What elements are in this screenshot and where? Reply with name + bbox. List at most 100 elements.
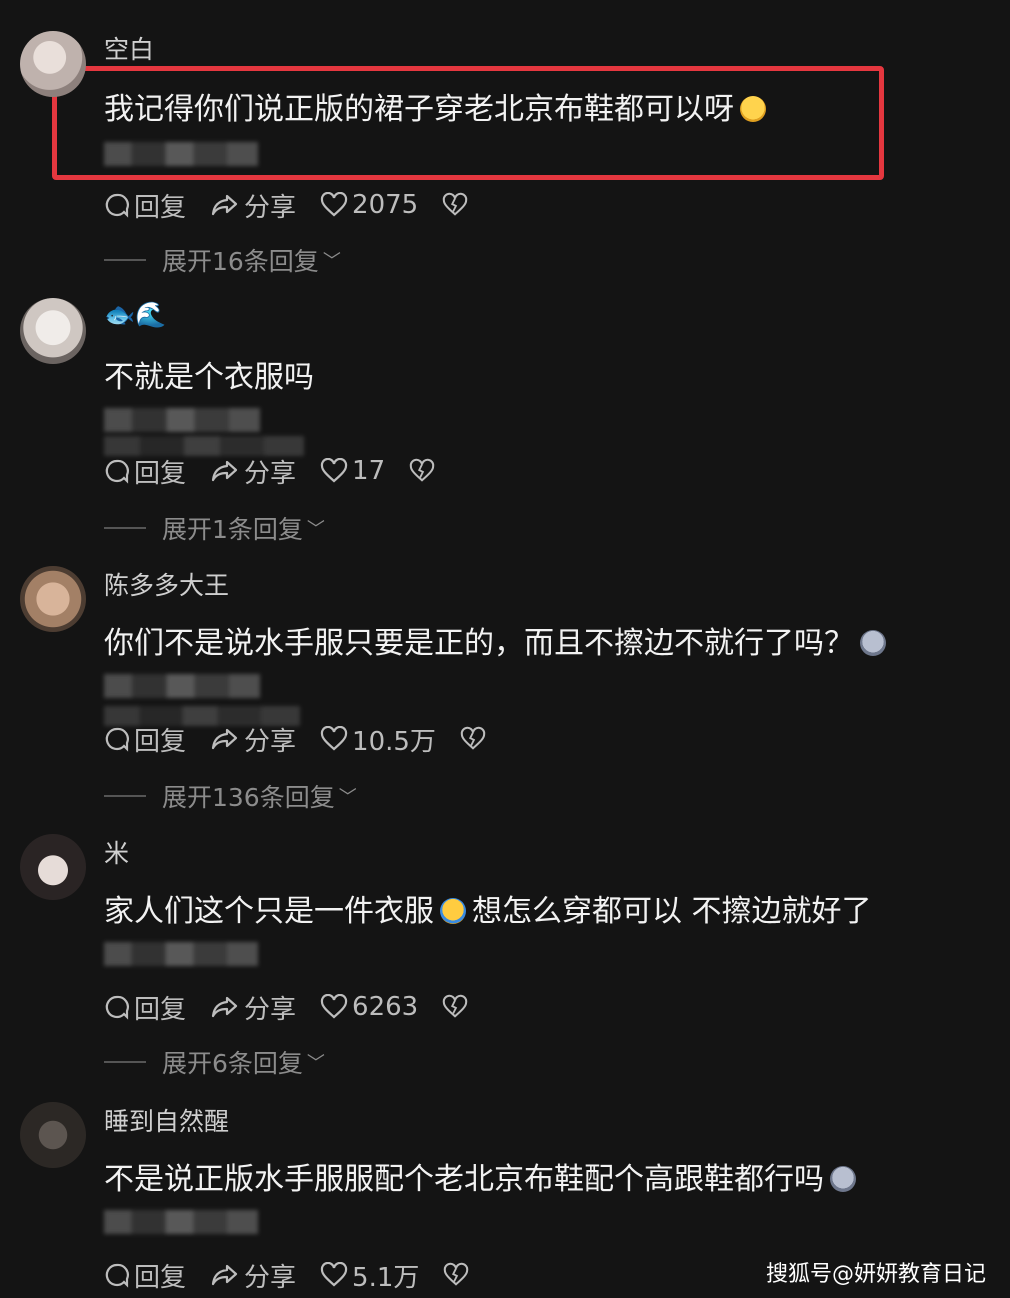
- share-button[interactable]: 分享: [210, 187, 296, 224]
- watermark: 搜狐号@妍妍教育日记: [765, 1262, 986, 1287]
- chevron-down-icon: ﹀: [306, 519, 325, 540]
- share-icon: [211, 460, 238, 482]
- dislike-button[interactable]: [442, 994, 472, 1020]
- blurred-meta: [104, 408, 260, 432]
- share-button[interactable]: 分享: [210, 989, 296, 1026]
- expand-replies[interactable]: 展开1条回复 ﹀: [104, 510, 325, 546]
- like-button[interactable]: 6263: [320, 992, 418, 1022]
- heart-icon: [320, 192, 348, 217]
- like-count: 2075: [352, 190, 419, 220]
- shocked-face-icon: [830, 1166, 856, 1192]
- share-icon: [211, 996, 238, 1018]
- expand-label: 展开136条回复: [162, 783, 335, 812]
- heart-icon: [320, 458, 348, 483]
- broken-heart-icon: [444, 1262, 469, 1286]
- expand-replies[interactable]: 展开6条回复 ﹀: [104, 1044, 325, 1080]
- wave-icon: 🌊: [135, 300, 167, 329]
- heart-icon: [320, 1262, 348, 1287]
- comment-username[interactable]: 🐟🌊: [104, 300, 166, 330]
- comment-text-body: 家人们这个只是一件衣服: [104, 894, 434, 929]
- broken-heart-icon: [409, 458, 435, 482]
- avatar[interactable]: [20, 298, 86, 364]
- dislike-button[interactable]: [443, 1262, 473, 1288]
- reply-label: 回复: [134, 1262, 187, 1293]
- divider-line: [104, 1061, 146, 1063]
- chevron-down-icon: ﹀: [322, 251, 341, 272]
- comment-text-body: 想怎么穿都可以 不擦边就好了: [472, 894, 872, 929]
- comment-username[interactable]: 米: [104, 834, 129, 870]
- reply-button[interactable]: 回复: [104, 1257, 186, 1294]
- like-button[interactable]: 2075: [320, 190, 418, 220]
- avatar[interactable]: [20, 566, 86, 632]
- share-label: 分享: [244, 994, 297, 1025]
- like-count: 17: [352, 456, 386, 486]
- blurred-meta: [104, 142, 258, 166]
- share-label: 分享: [244, 1262, 297, 1293]
- expand-label: 展开1条回复: [162, 515, 303, 544]
- reply-label: 回复: [134, 994, 187, 1025]
- reply-button[interactable]: 回复: [104, 453, 186, 490]
- avatar[interactable]: [20, 834, 86, 900]
- comment-text: 不就是个衣服吗: [104, 360, 314, 395]
- chevron-down-icon: ﹀: [338, 787, 357, 808]
- like-count: 6263: [352, 992, 419, 1022]
- shocked-face-icon: [860, 630, 886, 656]
- share-button[interactable]: 分享: [210, 453, 296, 490]
- laughing-sweat-icon: [740, 96, 766, 122]
- like-button[interactable]: 10.5万: [320, 721, 436, 758]
- blurred-meta: [104, 942, 258, 966]
- share-label: 分享: [244, 458, 297, 489]
- divider-line: [104, 795, 146, 797]
- comment-username[interactable]: 陈多多大王: [104, 566, 229, 602]
- reply-button[interactable]: 回复: [104, 721, 186, 758]
- comment-text: 我记得你们说正版的裙子穿老北京布鞋都可以呀: [104, 84, 766, 128]
- comment-text: 家人们这个只是一件衣服 想怎么穿都可以 不擦边就好了: [104, 886, 872, 930]
- reply-icon: [105, 459, 129, 484]
- avatar[interactable]: [20, 1102, 86, 1168]
- divider-line: [104, 527, 146, 529]
- like-count: 10.5万: [352, 726, 436, 757]
- comment-actions: 回复 分享 17: [104, 453, 463, 490]
- share-button[interactable]: 分享: [210, 721, 296, 758]
- comment-text: 不是说正版水手服服配个老北京布鞋配个高跟鞋都行吗: [104, 1154, 856, 1198]
- chevron-down-icon: ﹀: [306, 1053, 325, 1074]
- expand-replies[interactable]: 展开136条回复 ﹀: [104, 778, 357, 814]
- like-button[interactable]: 5.1万: [320, 1257, 419, 1294]
- comment-username[interactable]: 空白: [104, 30, 154, 66]
- dislike-button[interactable]: [409, 458, 439, 484]
- reply-icon: [105, 995, 129, 1020]
- heart-icon: [320, 994, 348, 1019]
- comment-text: 你们不是说水手服只要是正的，而且不擦边不就行了吗？: [104, 618, 886, 662]
- reply-button[interactable]: 回复: [104, 989, 186, 1026]
- expand-label: 展开16条回复: [162, 247, 319, 276]
- expand-replies[interactable]: 展开16条回复 ﹀: [104, 242, 341, 278]
- reply-icon: [105, 193, 129, 218]
- blurred-meta: [104, 674, 260, 698]
- reply-icon: [105, 727, 129, 752]
- comment-actions: 回复 分享 5.1万: [104, 1257, 497, 1294]
- share-button[interactable]: 分享: [210, 1257, 296, 1294]
- share-icon: [211, 194, 238, 216]
- expand-label: 展开6条回复: [162, 1049, 303, 1078]
- comment-actions: 回复 分享 2075: [104, 187, 496, 224]
- share-label: 分享: [244, 192, 297, 223]
- divider-line: [104, 259, 146, 261]
- like-button[interactable]: 17: [320, 456, 385, 486]
- dislike-button[interactable]: [460, 726, 490, 752]
- like-count: 5.1万: [352, 1262, 420, 1293]
- share-icon: [211, 728, 238, 750]
- comment-text-body: 不是说正版水手服服配个老北京布鞋配个高跟鞋都行吗: [104, 1162, 824, 1197]
- broken-heart-icon: [443, 192, 468, 216]
- crying-laugh-icon: [440, 898, 466, 924]
- share-icon: [211, 1264, 238, 1286]
- heart-icon: [320, 726, 348, 751]
- comment-text-body: 你们不是说水手服只要是正的，而且不擦边不就行了吗？: [104, 626, 854, 661]
- avatar[interactable]: [20, 31, 86, 97]
- reply-button[interactable]: 回复: [104, 187, 186, 224]
- fish-icon: 🐟: [104, 300, 136, 329]
- dislike-button[interactable]: [442, 192, 472, 218]
- reply-icon: [105, 1263, 129, 1288]
- comment-username[interactable]: 睡到自然醒: [104, 1102, 229, 1138]
- reply-label: 回复: [134, 192, 187, 223]
- comment-text-body: 我记得你们说正版的裙子穿老北京布鞋都可以呀: [104, 92, 734, 127]
